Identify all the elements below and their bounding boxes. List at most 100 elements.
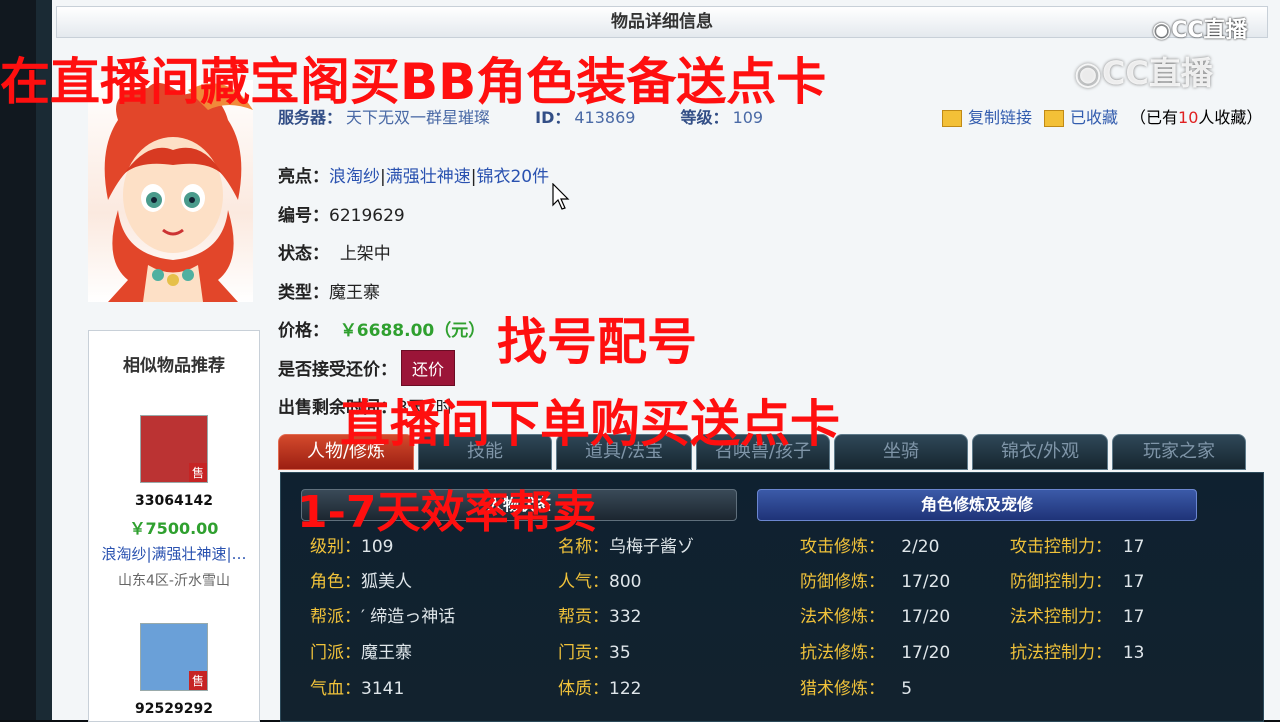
- stat-row: 猎术修炼： 5: [800, 674, 912, 699]
- highlight-tag-1[interactable]: 浪淘纱: [329, 167, 380, 187]
- stat-row: 法术修炼： 17/20: [800, 602, 950, 627]
- price-value: ￥6688.00（元）: [339, 321, 486, 341]
- stat-value: 109: [361, 537, 394, 557]
- type-value: 魔王寨: [329, 283, 380, 303]
- status-value: 上架中: [339, 244, 391, 264]
- favorited-button[interactable]: 已收藏: [1044, 104, 1118, 128]
- stat-value: 3141: [361, 679, 405, 699]
- stat-key: 门贡：: [558, 643, 609, 663]
- similar-item-id: 33064142: [135, 493, 213, 509]
- stat-row: 法术控制力： 17: [1010, 602, 1144, 627]
- copy-link-icon: [942, 110, 962, 127]
- stat-row: 攻击修炼： 2/20: [800, 532, 939, 557]
- cc-logo-icon: ◉: [1074, 54, 1102, 92]
- stat-value: 2/20: [901, 537, 940, 557]
- stat-key: 猎术修炼：: [800, 679, 885, 699]
- cc-logo-text-small: CC直播: [1171, 18, 1248, 43]
- stat-value: 122: [609, 679, 642, 699]
- stat-row: 帮贡：332: [558, 602, 641, 627]
- overlay-caption-1: 在直播间藏宝阁买BB角色装备送点卡: [0, 53, 827, 111]
- overlay-caption-2: 找号配号: [497, 313, 697, 371]
- cc-live-logo-small: ◉CC直播: [1152, 12, 1248, 44]
- number-row: 编号：6219629: [278, 201, 405, 226]
- overlay-caption-3: 直播间下单购买送点卡: [340, 395, 840, 453]
- fav-count-number: 10: [1178, 108, 1199, 127]
- stat-value: 5: [901, 679, 913, 699]
- stat-key: 防御控制力：: [1010, 572, 1112, 592]
- similar-item-thumbnail[interactable]: 售: [140, 623, 208, 691]
- bargain-button[interactable]: 还价: [401, 350, 456, 386]
- stat-row: 抗法控制力： 13: [1010, 638, 1144, 663]
- similar-items-title: 相似物品推荐: [123, 356, 225, 376]
- stat-key: 法术修炼：: [800, 607, 885, 627]
- stat-row: 角色：狐美人: [310, 567, 412, 592]
- price-row: 价格： ￥6688.00（元）: [278, 316, 485, 341]
- stat-key: 气血：: [310, 679, 361, 699]
- subtab-cultivation[interactable]: 角色修炼及宠修: [757, 489, 1197, 521]
- stat-value: 17/20: [901, 572, 951, 592]
- page-title: 物品详细信息: [56, 6, 1268, 38]
- stat-key: 攻击控制力：: [1010, 537, 1112, 557]
- stat-row: 气血：3141: [310, 674, 404, 699]
- stat-key: 帮贡：: [558, 607, 609, 627]
- copy-link-label: 复制链接: [968, 108, 1033, 127]
- cc-logo-icon: ◉: [1152, 18, 1172, 43]
- stat-row: 门派：魔王寨: [310, 638, 412, 663]
- similar-item-id: 92529292: [135, 701, 213, 717]
- similar-item-thumbnail[interactable]: 售: [140, 415, 208, 483]
- stat-value: 35: [609, 643, 631, 663]
- bargain-label: 是否接受还价：: [278, 360, 397, 380]
- stat-row: 防御修炼： 17/20: [800, 567, 950, 592]
- tab-player-home[interactable]: 玩家之家: [1112, 434, 1246, 470]
- stat-value: ′ 缔造っ神话: [361, 607, 456, 627]
- screen: 物品详细信息 服务器： 天下无双一群星璀璨 ID： 413869 等级： 109 复制…: [0, 0, 1280, 722]
- stat-value: 17/20: [901, 643, 951, 663]
- similar-item[interactable]: 售 33064142 ￥7500.00 浪淘纱|满强壮神速|… 山东4区-沂水雪…: [89, 415, 259, 590]
- overlay-caption-4: 1-7天效率帮卖: [297, 487, 597, 538]
- stat-key: 攻击修炼：: [800, 537, 885, 557]
- stat-key: 帮派：: [310, 607, 361, 627]
- stat-key: 抗法控制力：: [1010, 643, 1112, 663]
- stat-value: 狐美人: [361, 572, 412, 592]
- highlight-label: 亮点：: [278, 167, 329, 187]
- highlight-tag-3[interactable]: 锦衣20件: [476, 167, 549, 187]
- number-label: 编号：: [278, 206, 329, 226]
- similar-items-panel: 相似物品推荐 售 33064142 ￥7500.00 浪淘纱|满强壮神速|… 山…: [88, 330, 260, 722]
- item-actions: 复制链接 已收藏 （已有10人收藏）: [942, 104, 1262, 128]
- stat-key: 角色：: [310, 572, 361, 592]
- fav-suffix: 人收藏）: [1198, 108, 1263, 127]
- similar-item-tags[interactable]: 浪淘纱|满强壮神速|…: [89, 543, 259, 564]
- highlight-tag-2[interactable]: 满强壮神速: [386, 167, 471, 187]
- stat-value: 17/20: [901, 607, 951, 627]
- stat-value: 800: [609, 572, 642, 592]
- status-label: 状态：: [278, 244, 329, 264]
- stat-key: 名称：: [558, 537, 609, 557]
- similar-item-price: ￥7500.00: [129, 519, 219, 538]
- sell-badge: 售: [188, 671, 207, 690]
- sell-badge: 售: [188, 463, 207, 482]
- number-value: 6219629: [329, 206, 405, 226]
- stat-value: 17: [1122, 572, 1145, 592]
- tab-outfits[interactable]: 锦衣/外观: [972, 434, 1108, 470]
- stat-key: 人气：: [558, 572, 609, 592]
- tab-mounts[interactable]: 坐骑: [834, 434, 968, 470]
- similar-item[interactable]: 售 92529292: [89, 623, 259, 717]
- stat-value: 13: [1122, 643, 1145, 663]
- stat-key: 级别：: [310, 537, 361, 557]
- stat-row: 攻击控制力： 17: [1010, 532, 1144, 557]
- price-label: 价格：: [278, 321, 329, 341]
- type-row: 类型：魔王寨: [278, 278, 380, 303]
- stat-value: 17: [1122, 607, 1145, 627]
- status-row: 状态： 上架中: [278, 239, 391, 264]
- mouse-cursor-icon: [552, 183, 570, 210]
- stat-row: 防御控制力： 17: [1010, 567, 1144, 592]
- stat-key: 抗法修炼：: [800, 643, 885, 663]
- stat-value: 乌梅子酱ゾ: [609, 537, 694, 557]
- cc-logo-text-large: CC直播: [1101, 54, 1213, 92]
- favorite-folder-icon: [1044, 110, 1065, 127]
- stat-row: 抗法修炼： 17/20: [800, 638, 950, 663]
- stat-key: 法术控制力：: [1010, 607, 1112, 627]
- bargain-row: 是否接受还价： 还价: [278, 350, 456, 386]
- stat-key: 体质：: [558, 679, 609, 699]
- copy-link-button[interactable]: 复制链接: [942, 104, 1032, 128]
